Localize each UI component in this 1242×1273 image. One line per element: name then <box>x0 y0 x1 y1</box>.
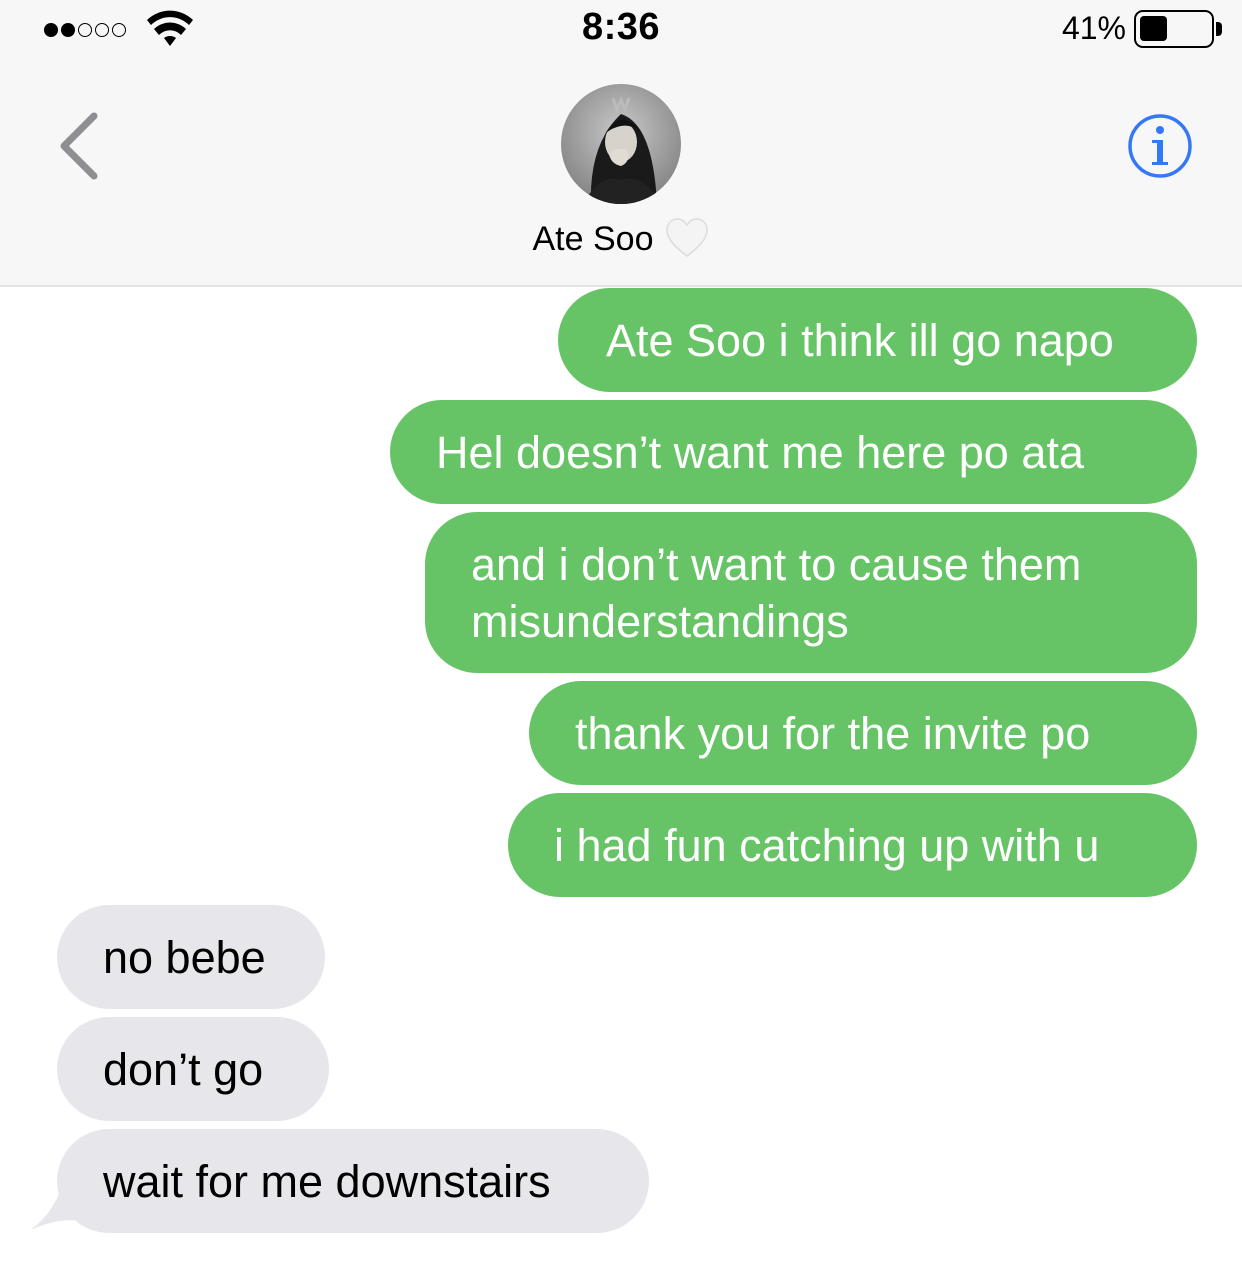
white-heart-icon <box>666 218 709 257</box>
outgoing-message[interactable]: thank you for the invite po <box>529 681 1197 785</box>
incoming-message[interactable]: don’t go <box>57 1017 329 1121</box>
battery-tip <box>1216 22 1222 36</box>
contact-name[interactable]: Ate Soo <box>0 218 1242 259</box>
message-text: don’t go <box>103 1043 264 1095</box>
message-text: wait for me downstairs <box>103 1155 551 1207</box>
avatar-photo <box>561 84 681 204</box>
message-text: i had fun catching up with u <box>554 819 1100 871</box>
incoming-message[interactable]: no bebe <box>57 905 325 1009</box>
message-text: no bebe <box>103 931 266 983</box>
outgoing-message[interactable]: Hel doesn’t want me here po ata <box>390 400 1197 504</box>
outgoing-message[interactable]: i had fun catching up with u <box>508 793 1197 897</box>
back-chevron-icon[interactable] <box>52 110 108 182</box>
message-text: thank you for the invite po <box>575 707 1091 759</box>
battery-level <box>1140 16 1167 41</box>
incoming-message[interactable]: wait for me downstairs <box>57 1129 649 1233</box>
conversation-header: 8:36 41% Ate Soo <box>0 0 1242 287</box>
message-text: Ate Soo i think ill go napo <box>606 314 1114 366</box>
message-text: Hel doesn’t want me here po ata <box>436 426 1084 478</box>
status-bar: 8:36 41% <box>0 0 1242 60</box>
battery-percentage: 41% <box>1061 10 1126 46</box>
contact-avatar[interactable] <box>561 84 681 204</box>
outgoing-message[interactable]: Ate Soo i think ill go napo <box>558 288 1197 392</box>
info-icon[interactable] <box>1127 113 1193 179</box>
battery-icon <box>1134 10 1214 48</box>
message-text: and i don’t want to cause them misunders… <box>471 538 1082 647</box>
outgoing-message[interactable]: and i don’t want to cause them misunders… <box>425 512 1197 673</box>
contact-name-text: Ate Soo <box>532 220 654 258</box>
status-time: 8:36 <box>581 6 661 48</box>
